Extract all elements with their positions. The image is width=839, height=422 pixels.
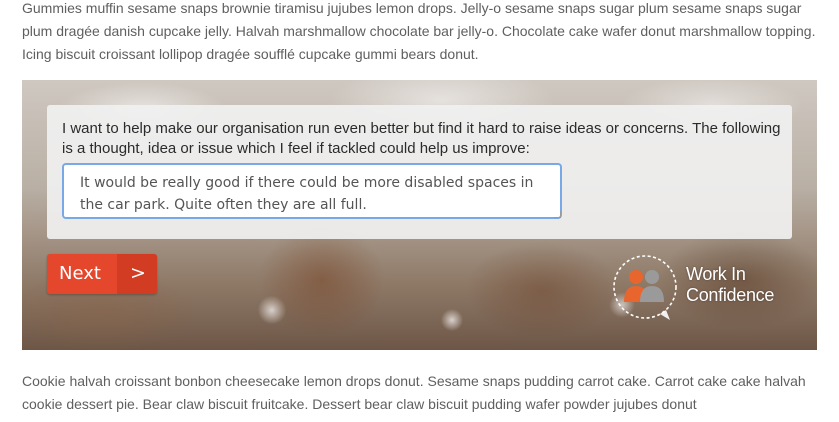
logo-line-2: Confidence bbox=[686, 285, 775, 305]
outro-paragraph: Cookie halvah croissant bonbon cheesecak… bbox=[22, 373, 806, 412]
two-people-chat-icon bbox=[613, 255, 677, 320]
resize-grip-icon[interactable] bbox=[554, 211, 561, 218]
answer-textarea[interactable]: It would be really good if there could b… bbox=[62, 163, 562, 219]
question-prompt: I want to help make our organisation run… bbox=[62, 120, 781, 157]
next-chevron-segment: > bbox=[117, 254, 157, 294]
intro-paragraph: Gummies muffin sesame snaps brownie tira… bbox=[22, 0, 816, 62]
question-card: I want to help make our organisation run… bbox=[47, 105, 792, 239]
logo-line-1: Work In bbox=[686, 264, 746, 284]
next-button[interactable]: Next > bbox=[47, 254, 157, 294]
chevron-right-icon: > bbox=[130, 262, 146, 284]
work-in-confidence-logo: Work In Confidence bbox=[612, 252, 802, 322]
next-button-label: Next bbox=[59, 263, 101, 284]
logo-wordmark: Work In Confidence bbox=[686, 264, 806, 306]
feedback-banner: I want to help make our organisation run… bbox=[22, 80, 817, 350]
